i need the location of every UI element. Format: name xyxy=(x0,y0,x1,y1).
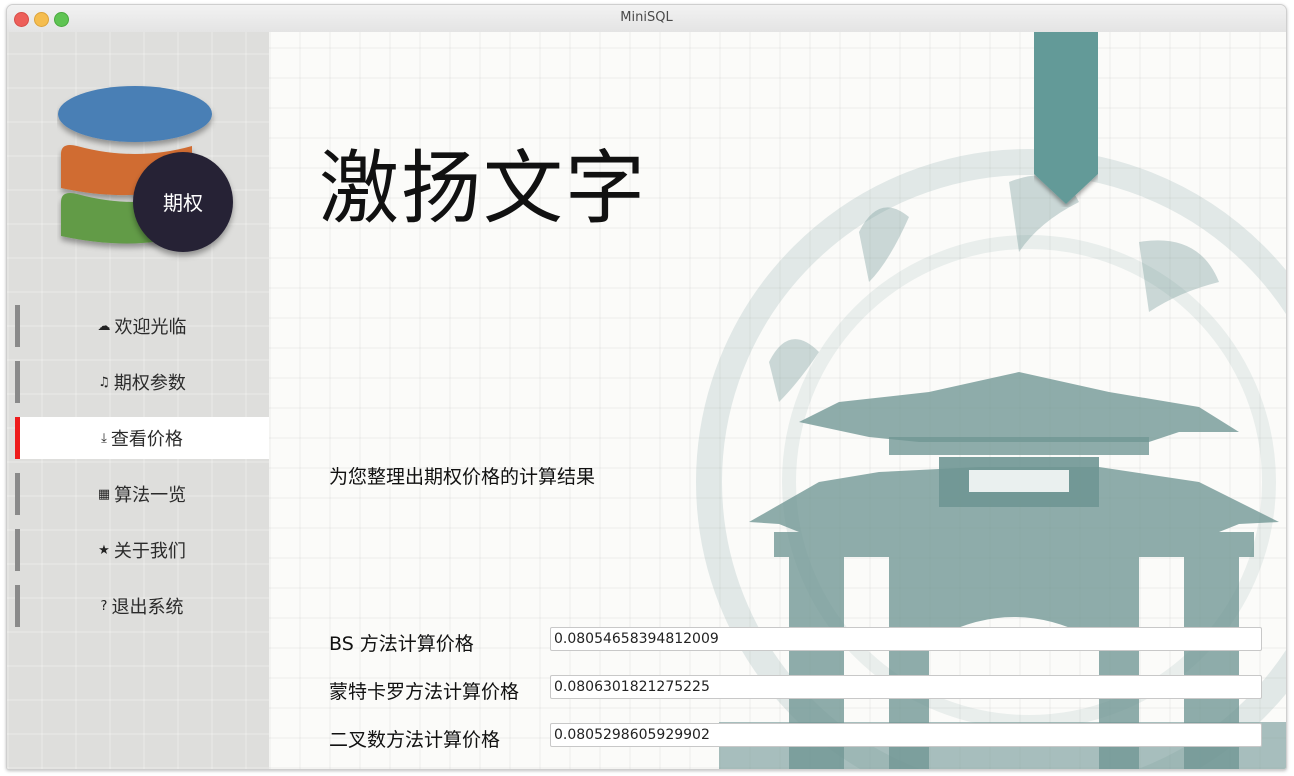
sidebar-item-indicator xyxy=(15,473,20,515)
result-value-field[interactable] xyxy=(550,675,1262,699)
main-content: 激扬文字 为您整理出期权价格的计算结果 BS 方法计算价格蒙特卡罗方法计算价格二… xyxy=(269,32,1286,769)
cloud-icon: ☁ xyxy=(97,318,111,334)
sidebar-item-indicator xyxy=(15,305,20,347)
film-icon: ▦ xyxy=(97,486,111,502)
database-logo-icon: 期权 xyxy=(58,86,233,252)
music-note-icon: ♫ xyxy=(98,374,110,390)
app-window: MiniSQL 期权 ☁ 欢迎光临 ♫ 期权参数 ⤓ 查看价格 ▦ 算法一览 ★ 关于我们? 退出系… xyxy=(6,4,1287,770)
star-icon: ★ xyxy=(98,542,110,558)
sidebar-item[interactable]: ☁ 欢迎光临 xyxy=(15,305,269,347)
title-bar: MiniSQL xyxy=(7,5,1286,33)
sidebar-item-indicator xyxy=(15,361,20,403)
result-label: 蒙特卡罗方法计算价格 xyxy=(329,681,520,703)
page-title: 激扬文字 xyxy=(319,142,647,235)
download-icon: ⤓ xyxy=(101,430,107,446)
sidebar-item-label: 算法一览 xyxy=(114,485,187,506)
sidebar-item[interactable]: ? 退出系统 xyxy=(15,585,269,627)
sidebar-item[interactable]: ▦ 算法一览 xyxy=(15,473,269,515)
question-icon: ? xyxy=(100,598,108,614)
result-label: BS 方法计算价格 xyxy=(329,633,474,655)
sidebar-item[interactable]: ♫ 期权参数 xyxy=(15,361,269,403)
page-subtitle: 为您整理出期权价格的计算结果 xyxy=(329,466,596,488)
sidebar-item-indicator xyxy=(15,585,20,627)
sidebar-item-label: 期权参数 xyxy=(113,373,186,394)
bookmark-ribbon-icon xyxy=(1034,32,1098,204)
sidebar-item-label: 退出系统 xyxy=(111,597,184,618)
window-title: MiniSQL xyxy=(620,10,673,25)
result-label: 二叉数方法计算价格 xyxy=(329,729,501,751)
result-value-field[interactable] xyxy=(550,723,1262,747)
university-gate-watermark-icon xyxy=(696,149,1286,769)
sidebar-item[interactable]: ★ 关于我们 xyxy=(15,529,269,571)
sidebar-item-label: 欢迎光临 xyxy=(114,317,187,338)
sidebar-item-label: 查看价格 xyxy=(110,429,183,450)
sidebar: 期权 ☁ 欢迎光临 ♫ 期权参数 ⤓ 查看价格 ▦ 算法一览 ★ 关于我们? 退出系统 xyxy=(7,32,269,769)
sidebar-item[interactable]: ⤓ 查看价格 xyxy=(15,417,269,459)
result-value-field[interactable] xyxy=(550,627,1262,651)
sidebar-item-indicator xyxy=(15,529,20,571)
sidebar-item-indicator xyxy=(15,417,20,459)
sidebar-item-label: 关于我们 xyxy=(113,541,186,562)
logo-badge-text: 期权 xyxy=(163,191,203,215)
